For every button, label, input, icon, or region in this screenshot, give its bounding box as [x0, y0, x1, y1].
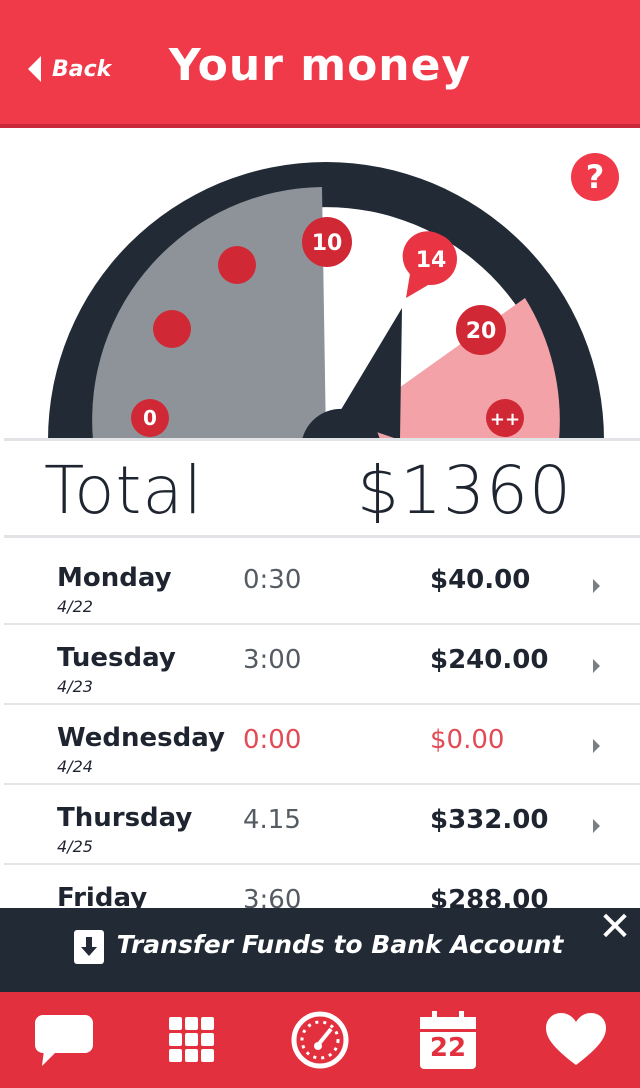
day-date: 4/22: [57, 597, 93, 616]
gauge-marker-label: 10: [312, 231, 343, 256]
gauge-marker-label: 20: [466, 319, 497, 344]
day-name: Monday: [57, 563, 172, 593]
day-row-thursday[interactable]: Thursday 4/25 4.15 $332.00: [4, 785, 640, 865]
day-date: 4/25: [57, 837, 93, 856]
day-hours: 3:00: [243, 645, 302, 675]
chat-bubble-icon: [35, 1015, 93, 1066]
day-hours: 0:30: [243, 565, 302, 595]
chevron-right-icon: [593, 819, 600, 833]
grid-icon: [169, 1017, 214, 1062]
transfer-label[interactable]: Transfer Funds to Bank Account: [0, 930, 640, 959]
calendar-day: 22: [429, 1033, 467, 1063]
day-hours: 0:00: [243, 725, 302, 755]
gauge-pointer-label: 14: [416, 248, 447, 273]
page-title: Your money: [168, 40, 472, 91]
gauge-grey-zone: [92, 187, 327, 440]
day-name: Tuesday: [57, 643, 176, 673]
chevron-right-icon: [593, 579, 600, 593]
tab-calendar[interactable]: 22: [384, 992, 512, 1088]
chevron-right-icon: [593, 739, 600, 753]
app-header: Back Your money: [0, 0, 640, 128]
calendar-icon: 22: [420, 1011, 476, 1069]
tab-speedometer[interactable]: [256, 992, 384, 1088]
tab-favorites[interactable]: [512, 992, 640, 1088]
day-date: 4/24: [57, 757, 93, 776]
day-row-tuesday[interactable]: Tuesday 4/23 3:00 $240.00: [4, 625, 640, 705]
help-icon: ?: [585, 158, 605, 196]
gauge-marker-label: 0: [143, 406, 157, 430]
day-row-monday[interactable]: Monday 4/22 0:30 $40.00: [4, 545, 640, 625]
gauge-dot: [218, 246, 256, 284]
day-hours: 4.15: [243, 805, 301, 835]
day-amount: $240.00: [430, 645, 549, 675]
day-amount: $332.00: [430, 805, 549, 835]
earnings-gauge: 0 10 20 ++ 14: [48, 162, 604, 440]
tab-grid[interactable]: [128, 992, 256, 1088]
close-icon[interactable]: ✕: [598, 907, 632, 947]
day-amount: $0.00: [430, 725, 505, 755]
speedometer-icon: [291, 1011, 349, 1069]
day-name: Thursday: [57, 803, 193, 833]
total-value: $1360: [357, 452, 572, 529]
day-amount: $40.00: [430, 565, 531, 595]
day-name: Wednesday: [57, 723, 225, 753]
chevron-right-icon: [593, 659, 600, 673]
tab-messages[interactable]: [0, 992, 128, 1088]
help-button[interactable]: ?: [571, 153, 619, 201]
day-row-wednesday[interactable]: Wednesday 4/24 0:00 $0.00: [4, 705, 640, 785]
heart-icon: [546, 1013, 606, 1065]
total-label: Total: [44, 452, 204, 529]
divider: [4, 535, 640, 538]
divider: [4, 438, 640, 441]
tab-bar: 22: [0, 992, 640, 1088]
gauge-dot: [153, 310, 191, 348]
gauge-marker-label: ++: [490, 409, 520, 430]
day-date: 4/23: [57, 677, 93, 696]
